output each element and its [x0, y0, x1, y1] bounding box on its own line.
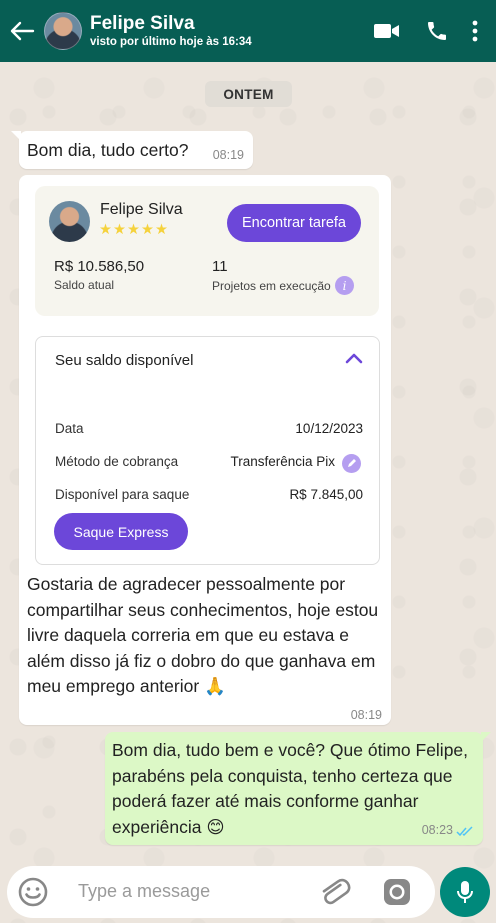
rating-stars: ★★★★★ [99, 222, 169, 238]
message-time: 08:19 [212, 148, 244, 162]
date-separator: ONTEM [205, 81, 292, 107]
express-withdraw-button: Saque Express [54, 513, 188, 550]
camera-icon[interactable] [381, 876, 413, 913]
info-icon: i [335, 276, 354, 295]
message-text: Gostaria de agradecer pessoalmente por c… [27, 574, 379, 696]
card-avatar [49, 201, 90, 242]
message-text: Bom dia, tudo certo? [27, 140, 189, 160]
row-value-method: Transferência Pix [230, 454, 335, 469]
phone-icon[interactable] [412, 11, 462, 51]
read-ticks-icon [456, 824, 474, 842]
outgoing-message[interactable]: Bom dia, tudo bem e você? Que ótimo Feli… [105, 732, 491, 845]
balance-label: Saldo atual [54, 278, 115, 292]
more-vert-icon[interactable] [462, 11, 488, 51]
header-actions [362, 11, 488, 51]
row-label-method: Método de cobrança [55, 454, 179, 469]
row-label-date: Data [55, 421, 84, 436]
find-task-button: Encontrar tarefa [227, 204, 361, 242]
contact-info[interactable]: Felipe Silva visto por último hoje às 16… [90, 13, 362, 49]
bubble-tail [11, 131, 21, 141]
profile-card: Felipe Silva ★★★★★ Encontrar tarefa R$ 1… [35, 186, 379, 316]
message-input-bar[interactable]: Type a message [7, 866, 435, 918]
mic-button[interactable] [440, 867, 490, 917]
contact-name: Felipe Silva [90, 13, 195, 34]
message-input[interactable]: Type a message [78, 881, 210, 902]
projects-value: 11 [212, 258, 228, 275]
mic-icon [457, 881, 473, 903]
bubble-tail [481, 732, 491, 742]
back-arrow-icon[interactable] [0, 0, 44, 62]
available-title: Seu saldo disponível [55, 352, 194, 369]
contact-avatar[interactable] [44, 12, 82, 50]
attach-icon[interactable] [317, 875, 351, 914]
emoji-icon[interactable] [17, 876, 49, 913]
chevron-up-icon [345, 351, 363, 369]
row-value-date: 10/12/2023 [295, 421, 363, 436]
balance-value: R$ 10.586,50 [54, 258, 145, 275]
edit-icon [342, 454, 361, 473]
video-call-icon[interactable] [362, 11, 412, 51]
available-balance-card: Seu saldo disponível Data 10/12/2023 Mét… [35, 336, 380, 565]
projects-label: Projetos em execução [212, 279, 331, 293]
chat-header: Felipe Silva visto por último hoje às 16… [0, 0, 496, 62]
card-name: Felipe Silva [100, 201, 183, 218]
incoming-message[interactable]: Bom dia, tudo certo? 08:19 [11, 131, 253, 169]
last-seen-status: visto por último hoje às 16:34 [90, 36, 252, 48]
incoming-message[interactable]: Felipe Silva ★★★★★ Encontrar tarefa R$ 1… [19, 175, 391, 725]
row-value-withdraw: R$ 7.845,00 [289, 487, 363, 502]
row-label-withdraw: Disponível para saque [55, 487, 190, 502]
message-time: 08:23 [421, 823, 453, 837]
message-time: 08:19 [350, 708, 382, 722]
